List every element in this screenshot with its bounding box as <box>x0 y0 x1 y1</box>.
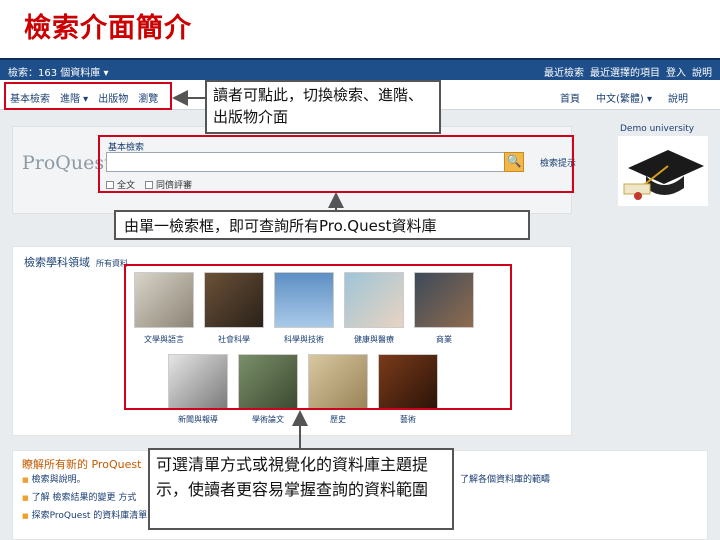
callout-single-search: 由單一檢索框，即可查詢所有Pro.Quest資料庫 <box>114 210 530 240</box>
callout-nav-tabs: 讀者可點此，切換檢索、進階、出版物介面 <box>205 80 441 134</box>
callout-subject-browse: 可選清單方式或視覺化的資料庫主題提示，使讀者更容易掌握查詢的資料範圍 <box>148 448 454 530</box>
